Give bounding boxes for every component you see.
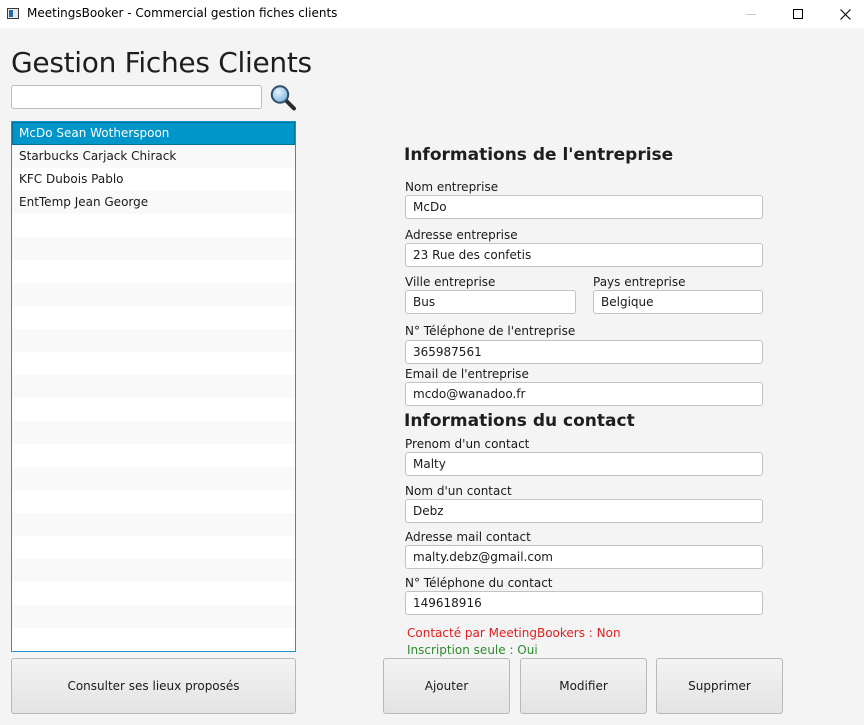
list-item[interactable]: Starbucks Carjack Chirack [12,145,295,168]
contact-firstname-label: Prenom d'un contact [405,437,530,451]
company-email-label: Email de l'entreprise [405,367,529,381]
empty-list-row [12,237,295,260]
maximize-button[interactable] [775,0,821,28]
search-button[interactable] [268,83,298,111]
registration-status: Inscription seule : Oui [407,643,538,657]
contact-lastname-label: Nom d'un contact [405,484,512,498]
window-title: MeetingsBooker - Commercial gestion fich… [27,6,338,20]
list-item[interactable]: KFC Dubois Pablo [12,168,295,191]
empty-list-row [12,513,295,536]
empty-list-row [12,582,295,605]
client-list[interactable]: McDo Sean Wotherspoon Starbucks Carjack C… [11,121,296,652]
company-name-field[interactable] [405,195,763,219]
empty-list-row [12,421,295,444]
list-item[interactable]: McDo Sean Wotherspoon [12,122,295,145]
window-titlebar: MeetingsBooker - Commercial gestion fich… [0,0,864,28]
close-icon [839,8,851,20]
empty-list-row [12,375,295,398]
empty-list-row [12,605,295,628]
empty-list-row [12,444,295,467]
company-city-field[interactable] [405,290,576,314]
contact-firstname-field[interactable] [405,452,763,476]
company-phone-field[interactable] [405,340,763,364]
empty-list-row [12,628,295,651]
company-section-title: Informations de l'entreprise [404,145,674,165]
contacted-status: Contacté par MeetingBookers : Non [407,626,621,640]
contact-email-label: Adresse mail contact [405,530,531,544]
modify-button[interactable]: Modifier [520,658,647,714]
company-country-field[interactable] [593,290,763,314]
empty-list-row [12,283,295,306]
contact-section-title: Informations du contact [404,411,635,431]
empty-list-row [12,490,295,513]
empty-list-row [12,559,295,582]
company-city-label: Ville entreprise [405,275,496,289]
empty-list-row [12,329,295,352]
empty-list-row [12,352,295,375]
search-icon [270,85,296,111]
contact-email-field[interactable] [405,545,763,569]
contact-lastname-field[interactable] [405,499,763,523]
company-phone-label: N° Téléphone de l'entreprise [405,324,576,338]
empty-list-row [12,536,295,559]
empty-list-row [12,398,295,421]
minimize-button[interactable] [728,0,774,28]
close-button[interactable] [822,0,864,28]
minimize-icon [746,13,756,15]
empty-list-row [12,467,295,490]
company-country-label: Pays entreprise [593,275,686,289]
delete-button[interactable]: Supprimer [656,658,783,714]
company-address-label: Adresse entreprise [405,228,518,242]
company-address-field[interactable] [405,243,763,267]
empty-list-row [12,260,295,283]
company-email-field[interactable] [405,382,763,406]
consult-places-button[interactable]: Consulter ses lieux proposés [11,658,296,714]
page-title: Gestion Fiches Clients [11,46,312,79]
company-name-label: Nom entreprise [405,180,499,194]
empty-list-row [12,306,295,329]
maximize-icon [793,9,803,19]
list-item[interactable]: EntTemp Jean George [12,191,295,214]
empty-list-row [12,214,295,237]
contact-phone-field[interactable] [405,591,763,615]
contact-phone-label: N° Téléphone du contact [405,576,553,590]
app-icon [7,8,19,19]
add-button[interactable]: Ajouter [383,658,510,714]
search-input[interactable] [11,85,262,109]
